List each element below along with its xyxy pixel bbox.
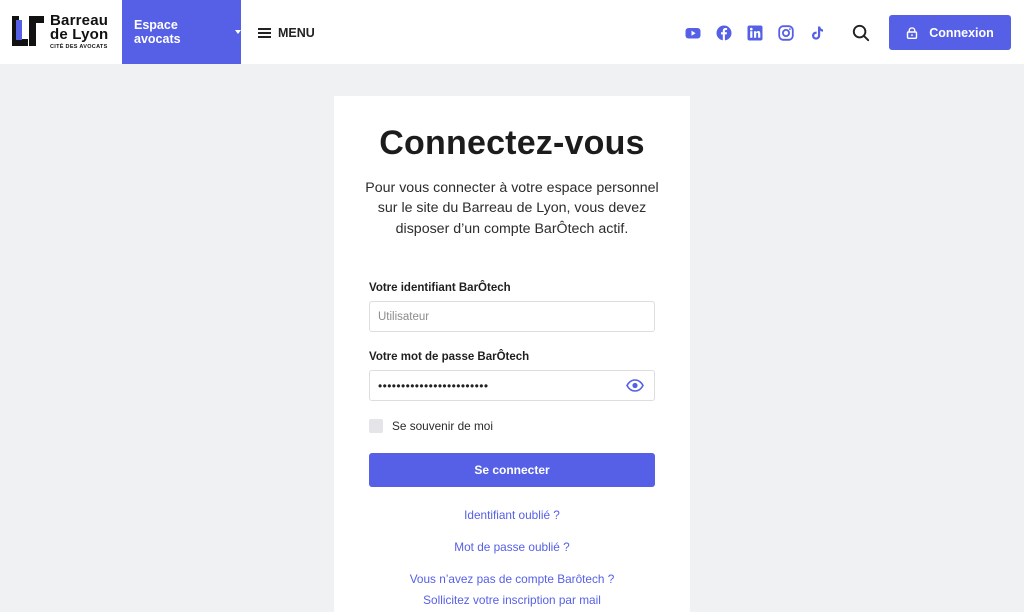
request-signup-link[interactable]: Sollicitez votre inscription par mail [334, 593, 690, 607]
login-intro-text: Pour vous connecter à votre espace perso… [365, 180, 659, 237]
remember-me-checkbox[interactable] [369, 419, 383, 433]
logo-line-2: de Lyon [50, 26, 109, 43]
instagram-icon[interactable] [778, 25, 794, 41]
lock-icon [907, 26, 918, 39]
remember-me-option[interactable]: Se souvenir de moi [369, 419, 493, 433]
username-input[interactable] [369, 301, 655, 332]
password-input[interactable] [369, 370, 655, 401]
menu-button[interactable]: MENU [258, 24, 315, 42]
connexion-button[interactable]: Connexion [889, 15, 1011, 50]
logo-tagline: CITÉ DES AVOCATS [50, 44, 108, 50]
show-password-eye-icon[interactable] [626, 379, 644, 392]
logo-mark-icon [12, 16, 44, 46]
connexion-label: Connexion [929, 25, 994, 40]
tiktok-icon[interactable] [809, 25, 825, 41]
login-submit-button[interactable]: Se connecter [369, 453, 655, 487]
search-icon[interactable] [852, 24, 870, 42]
facebook-icon[interactable] [716, 25, 732, 41]
espace-avocats-label: Espace avocats [134, 18, 181, 46]
remember-me-label: Se souvenir de moi [392, 419, 493, 433]
espace-avocats-dropdown[interactable]: Espace avocats [122, 0, 241, 64]
menu-label: MENU [278, 26, 315, 40]
forgot-password-link[interactable]: Mot de passe oublié ? [334, 540, 690, 554]
forgot-identifier-link[interactable]: Identifiant oublié ? [334, 508, 690, 522]
linkedin-icon[interactable] [747, 25, 763, 41]
page-title: Connectez-vous [379, 124, 645, 162]
no-account-link[interactable]: Vous n’avez pas de compte Barôtech ? [334, 572, 690, 586]
password-label: Votre mot de passe BarÔtech [369, 351, 530, 363]
youtube-icon[interactable] [685, 25, 701, 41]
hamburger-icon [258, 28, 271, 38]
logo-text: Barreau de Lyon CITÉ DES AVOCATS [50, 13, 109, 51]
site-header: Barreau de Lyon CITÉ DES AVOCATS Espace … [0, 0, 1024, 64]
caret-down-icon [235, 30, 241, 34]
username-label: Votre identifiant BarÔtech [369, 282, 511, 294]
barreau-de-lyon-logo[interactable]: Barreau de Lyon CITÉ DES AVOCATS [12, 13, 112, 51]
